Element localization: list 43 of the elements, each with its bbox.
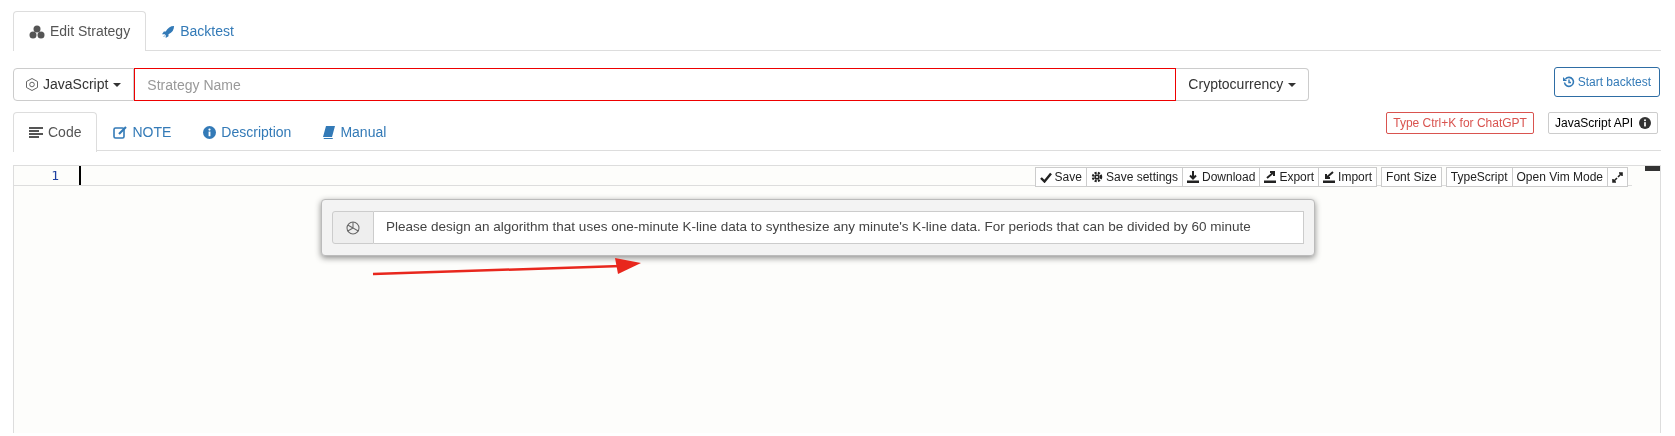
text-lines-icon bbox=[29, 127, 43, 138]
cubes-icon bbox=[29, 24, 45, 39]
book-icon bbox=[323, 125, 336, 139]
info-icon bbox=[203, 125, 217, 139]
tab[interactable]: Backtest bbox=[146, 11, 250, 50]
api-docs-button[interactable]: JavaScript API bbox=[1547, 112, 1658, 134]
tab[interactable]: Manual bbox=[307, 112, 403, 151]
language-dropdown[interactable]: JavaScript bbox=[13, 68, 135, 101]
text-cursor bbox=[79, 166, 81, 185]
start-backtest-button[interactable]: Start backtest bbox=[1553, 67, 1660, 97]
edit-icon bbox=[113, 125, 128, 139]
toolbar-button[interactable]: Import bbox=[1318, 167, 1378, 187]
import-icon bbox=[1323, 171, 1336, 183]
rocket-icon bbox=[162, 24, 176, 38]
toolbar-button[interactable]: Open Vim Mode bbox=[1511, 167, 1608, 187]
tab[interactable]: Description bbox=[187, 112, 308, 151]
caret-icon bbox=[113, 82, 122, 87]
tab[interactable]: Edit Strategy bbox=[13, 11, 147, 51]
fullscreen-button[interactable] bbox=[1607, 167, 1628, 187]
download-icon bbox=[1187, 171, 1199, 183]
settings-icon bbox=[1090, 171, 1103, 183]
line-number: 1 bbox=[50, 167, 60, 185]
caret-icon bbox=[1288, 82, 1297, 87]
tab[interactable]: NOTE bbox=[97, 112, 188, 151]
strategy-name-field[interactable]: Strategy Name bbox=[134, 68, 1177, 101]
hexagon-icon bbox=[26, 78, 38, 91]
openai-logo-icon bbox=[332, 211, 374, 244]
toolbar-button[interactable]: Font Size bbox=[1381, 167, 1442, 187]
toolbar-button[interactable]: Save settings bbox=[1085, 167, 1183, 187]
check-icon bbox=[1039, 171, 1052, 183]
prompt-input[interactable]: Please design an algorithm that uses one-minute K-line data to synthesize any minute's K-line data. For periods that can be divided by 60 minute bbox=[374, 211, 1304, 244]
chatgpt-shortcut-hint: Type Ctrl+K for ChatGPT bbox=[1386, 112, 1534, 134]
expand-icon bbox=[1612, 171, 1623, 183]
category-dropdown[interactable]: Cryptocurrency bbox=[1176, 68, 1310, 101]
toolbar-button[interactable]: TypeScript bbox=[1445, 167, 1513, 187]
export-icon bbox=[1264, 171, 1277, 183]
overview-ruler-mark bbox=[1645, 166, 1660, 172]
toolbar-button[interactable]: Download bbox=[1182, 167, 1261, 187]
toolbar-button[interactable]: Export bbox=[1259, 167, 1320, 187]
toolbar-button[interactable]: Save bbox=[1034, 167, 1087, 187]
history-icon bbox=[1562, 76, 1575, 88]
tab[interactable]: Code bbox=[13, 112, 98, 152]
info-icon bbox=[1639, 117, 1651, 129]
